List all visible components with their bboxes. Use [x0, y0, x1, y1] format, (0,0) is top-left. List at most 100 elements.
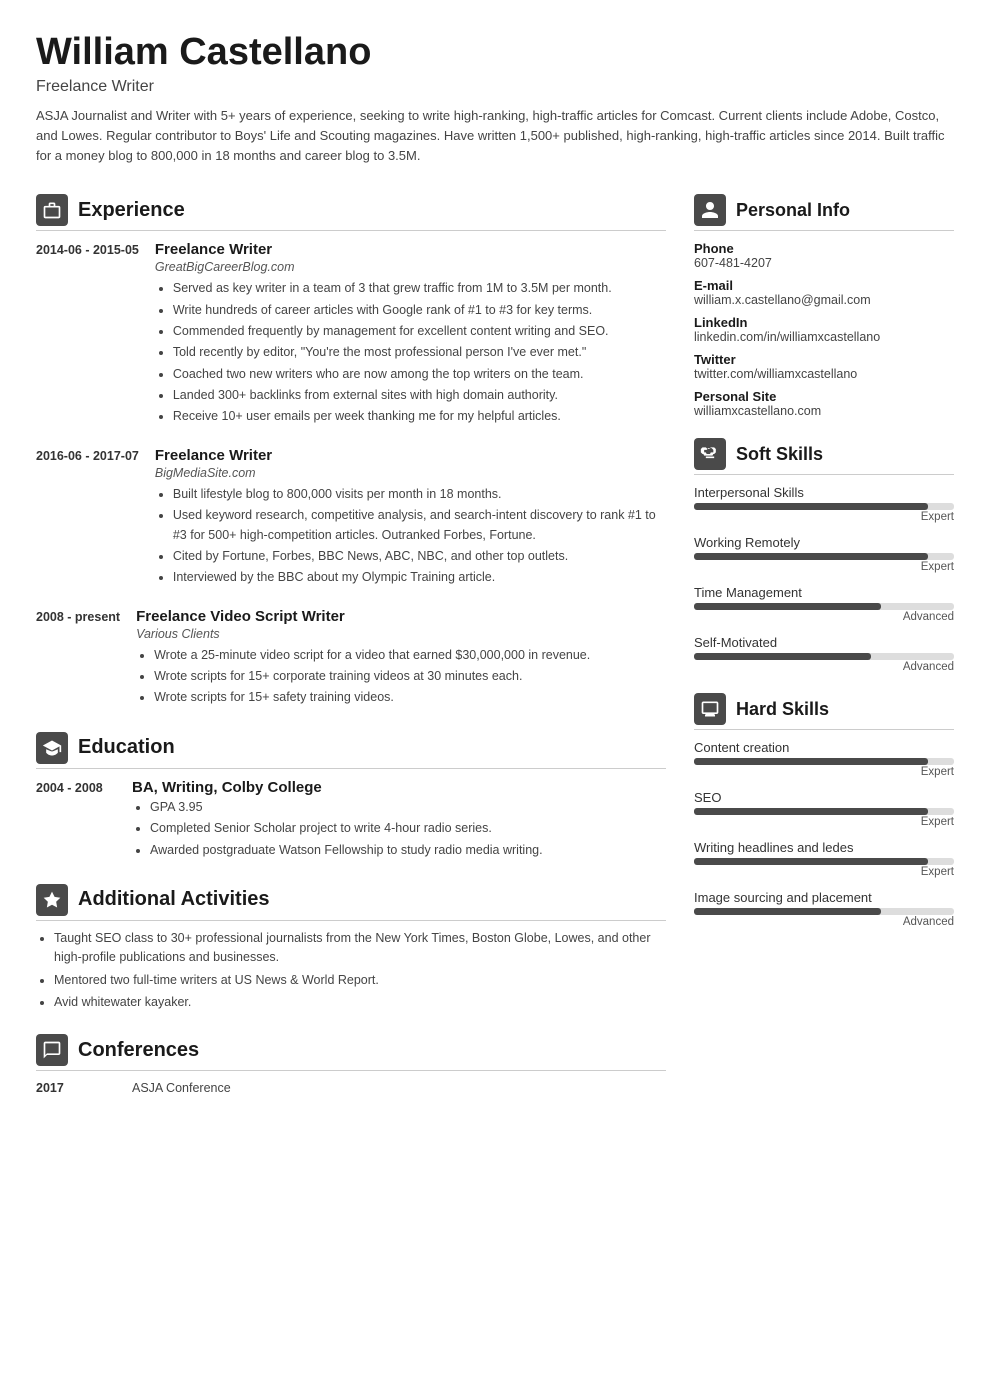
list-item: Write hundreds of career articles with G… [173, 301, 666, 320]
left-column: Experience 2014-06 - 2015-05Freelance Wr… [36, 194, 666, 1117]
briefcase-icon [42, 200, 62, 220]
hard-skills-section: Hard Skills Content creation Expert SEO Exp… [694, 693, 954, 928]
list-item: Wrote scripts for 15+ corporate training… [154, 667, 666, 686]
skill-name: SEO [694, 790, 954, 805]
header-section: William Castellano Freelance Writer ASJA… [36, 32, 954, 166]
entry-content: BA, Writing, Colby College GPA 3.95 Comple… [132, 779, 666, 862]
education-section: Education 2004 - 2008BA, Writing, Colby … [36, 732, 666, 862]
skill-item: Writing headlines and ledesExpert [694, 840, 954, 878]
skill-bar-fill [694, 808, 928, 815]
skill-bar-bg [694, 758, 954, 765]
list-item: Completed Senior Scholar project to writ… [150, 819, 666, 838]
email-value: william.x.castellano@gmail.com [694, 293, 954, 307]
skill-bar-fill [694, 758, 928, 765]
hard-skills-header: Hard Skills [694, 693, 954, 730]
skill-bar-fill [694, 653, 871, 660]
hard-skills-list: Content creation Expert SEO Expert Writing h… [694, 740, 954, 928]
skill-name: Writing headlines and ledes [694, 840, 954, 855]
resume-container: William Castellano Freelance Writer ASJA… [0, 0, 990, 1400]
personal-phone: Phone 607-481-4207 [694, 241, 954, 270]
personal-site: Personal Site williamxcastellano.com [694, 389, 954, 418]
education-icon [36, 732, 68, 764]
entry-dates: 2004 - 2008 [36, 779, 116, 862]
skill-level: Expert [694, 511, 954, 523]
education-section-header: Education [36, 732, 666, 769]
skill-item: Time ManagementAdvanced [694, 585, 954, 623]
list-item: Commended frequently by management for e… [173, 322, 666, 341]
experience-entries: 2014-06 - 2015-05Freelance WriterGreatBi… [36, 241, 666, 710]
skill-item: Interpersonal SkillsExpert [694, 485, 954, 523]
entry-company: GreatBigCareerBlog.com [155, 260, 666, 274]
entry-content: Freelance WriterBigMediaSite.comBuilt li… [155, 447, 666, 590]
entry-content: Freelance Video Script WriterVarious Cli… [136, 608, 666, 710]
personal-info-title: Personal Info [736, 200, 850, 221]
skill-name: Content creation [694, 740, 954, 755]
list-item: Told recently by editor, "You're the mos… [173, 343, 666, 362]
skill-bar-fill [694, 603, 881, 610]
conferences-entries: 2017ASJA Conference [36, 1081, 666, 1095]
star-icon [42, 890, 62, 910]
skill-name: Self-Motivated [694, 635, 954, 650]
conferences-icon [36, 1034, 68, 1066]
list-item: GPA 3.95 [150, 798, 666, 817]
skill-bar-fill [694, 858, 928, 865]
entry-bullets: Served as key writer in a team of 3 that… [155, 279, 666, 427]
soft-skills-icon [694, 438, 726, 470]
conferences-title: Conferences [78, 1039, 199, 1062]
conferences-section: Conferences 2017ASJA Conference [36, 1034, 666, 1095]
soft-skills-list: Interpersonal SkillsExpert Working Remote… [694, 485, 954, 673]
list-item: Used keyword research, competitive analy… [173, 506, 666, 545]
list-item: Mentored two full-time writers at US New… [54, 971, 666, 990]
skill-name: Time Management [694, 585, 954, 600]
entry-company: Various Clients [136, 627, 666, 641]
skill-bar-bg [694, 808, 954, 815]
edu-bullets: GPA 3.95 Completed Senior Scholar project… [132, 798, 666, 860]
personal-info-header: Personal Info [694, 194, 954, 231]
entry-dates: 2014-06 - 2015-05 [36, 241, 139, 429]
skill-item: Self-MotivatedAdvanced [694, 635, 954, 673]
skill-level: Expert [694, 766, 954, 778]
hard-skills-icon [694, 693, 726, 725]
experience-title: Experience [78, 199, 185, 222]
experience-entry: 2008 - presentFreelance Video Script Wri… [36, 608, 666, 710]
skill-name: Image sourcing and placement [694, 890, 954, 905]
skill-item: Content creation Expert [694, 740, 954, 778]
site-value: williamxcastellano.com [694, 404, 954, 418]
chat-icon [42, 1040, 62, 1060]
experience-entry: 2014-06 - 2015-05Freelance WriterGreatBi… [36, 241, 666, 429]
list-item: Built lifestyle blog to 800,000 visits p… [173, 485, 666, 504]
activities-title: Additional Activities [78, 888, 270, 911]
skill-bar-bg [694, 603, 954, 610]
activities-section: Additional Activities Taught SEO class t… [36, 884, 666, 1013]
skill-item: Image sourcing and placement Advanced [694, 890, 954, 928]
edu-degree: BA, Writing, Colby College [132, 779, 666, 796]
header-title: Freelance Writer [36, 78, 954, 96]
skill-bar-bg [694, 653, 954, 660]
email-label: E-mail [694, 278, 954, 293]
activities-icon [36, 884, 68, 916]
skill-bar-bg [694, 908, 954, 915]
education-entries: 2004 - 2008 BA, Writing, Colby College GPA… [36, 779, 666, 862]
skill-item: Working RemotelyExpert [694, 535, 954, 573]
main-content: Experience 2014-06 - 2015-05Freelance Wr… [36, 194, 954, 1117]
list-item: Served as key writer in a team of 3 that… [173, 279, 666, 298]
conf-name: ASJA Conference [132, 1081, 231, 1095]
list-item: Taught SEO class to 30+ professional jou… [54, 929, 666, 968]
monitor-icon [700, 699, 720, 719]
entry-dates: 2008 - present [36, 608, 120, 710]
phone-label: Phone [694, 241, 954, 256]
experience-entry: 2016-06 - 2017-07Freelance WriterBigMedi… [36, 447, 666, 590]
person-icon [700, 200, 720, 220]
hard-skills-title: Hard Skills [736, 699, 829, 720]
list-item: Awarded postgraduate Watson Fellowship t… [150, 841, 666, 860]
personal-info-section: Personal Info Phone 607-481-4207 E-mail … [694, 194, 954, 418]
list-item: Coached two new writers who are now amon… [173, 365, 666, 384]
activities-bullets-list: Taught SEO class to 30+ professional jou… [36, 929, 666, 1013]
phone-value: 607-481-4207 [694, 256, 954, 270]
list-item: Avid whitewater kayaker. [54, 993, 666, 1012]
skill-level: Advanced [694, 916, 954, 928]
skill-bar-bg [694, 503, 954, 510]
linkedin-label: LinkedIn [694, 315, 954, 330]
soft-skills-title: Soft Skills [736, 444, 823, 465]
twitter-label: Twitter [694, 352, 954, 367]
